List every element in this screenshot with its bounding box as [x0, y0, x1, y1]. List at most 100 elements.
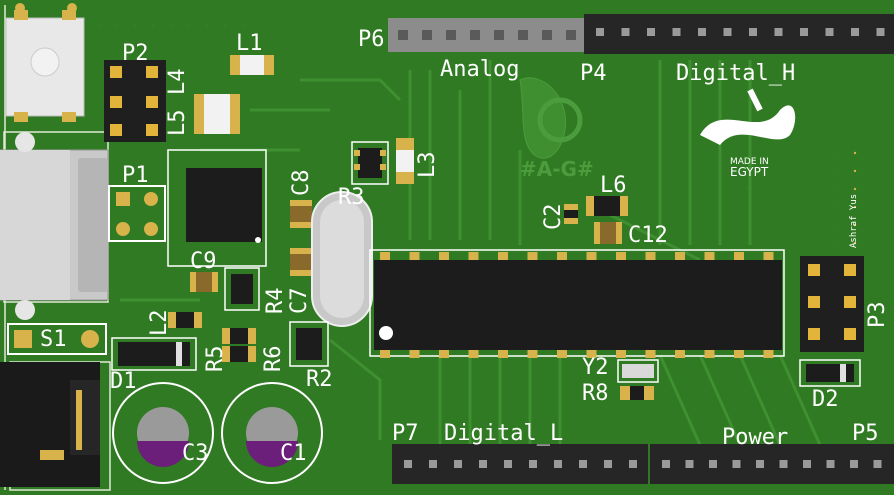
label-p7: P7 [392, 421, 419, 446]
resistor-r8 [620, 386, 654, 400]
label-l3: L3 [415, 152, 440, 179]
header-pin [647, 28, 655, 36]
capacitor-c12 [594, 222, 622, 244]
header-pin [756, 460, 764, 468]
dip-pin [763, 350, 774, 358]
capacitor-c2 [564, 204, 578, 224]
header-p4-digital-h[interactable] [584, 14, 894, 54]
label-s1: S1 [40, 327, 67, 352]
label-l6: L6 [600, 173, 627, 198]
header-pin [662, 460, 670, 468]
label-c2: C2 [541, 204, 566, 231]
dip-pin [498, 350, 508, 358]
header-pin [579, 460, 587, 468]
header-pin [709, 460, 717, 468]
tact-switch[interactable] [5, 3, 85, 122]
header-pin [876, 28, 885, 36]
label-l5: L5 [165, 110, 190, 137]
header-pin [596, 28, 604, 36]
label-r5: R5 [203, 346, 228, 373]
label-y2: Y2 [582, 355, 609, 380]
dip-pin [498, 252, 508, 260]
header-pin [504, 460, 512, 468]
dc-power-jack[interactable] [0, 362, 100, 487]
label-p1: P1 [122, 163, 149, 188]
dip-pin [734, 252, 744, 260]
header-pin [518, 30, 528, 40]
header-pin [873, 460, 882, 468]
dip-pin [527, 350, 538, 358]
header-p2[interactable] [104, 60, 166, 142]
label-p5: P5 [852, 421, 879, 446]
label-digital-l: Digital_L [444, 421, 563, 446]
header-pin [825, 28, 834, 36]
label-l2: L2 [147, 310, 172, 337]
inductor-l3 [396, 138, 414, 184]
dip-pin [468, 252, 479, 260]
resistor-r5 [222, 328, 256, 344]
dip-pin [763, 252, 774, 260]
dip-pin [439, 252, 449, 260]
label-l1: L1 [236, 31, 263, 56]
header-pin [774, 28, 783, 36]
inductor-l6 [586, 196, 628, 216]
label-c7: C7 [287, 288, 312, 315]
inductor-l4 [194, 94, 240, 114]
capacitor-c8 [290, 200, 312, 228]
header-pin [554, 460, 562, 468]
header-pin [566, 30, 576, 40]
label-c9: C9 [190, 249, 217, 274]
dip-pin [586, 252, 597, 260]
dip-pin [409, 350, 420, 358]
usb-connector[interactable] [0, 132, 109, 320]
header-pin [850, 460, 858, 468]
label-d2: D2 [812, 387, 839, 412]
dip-pin [704, 252, 715, 260]
dip-pin [439, 350, 449, 358]
header-pin [629, 460, 637, 468]
dip-pin [734, 350, 744, 358]
label-l4: L4 [165, 69, 190, 96]
header-pin [698, 28, 706, 36]
inductor-l1 [230, 55, 274, 75]
dip-pin [557, 252, 567, 260]
header-pin [604, 460, 612, 468]
dip-pin [468, 350, 479, 358]
logo-tag: #A-G# [520, 157, 594, 181]
header-pin [454, 460, 462, 468]
dip-pin [675, 252, 685, 260]
label-r2: R2 [306, 367, 333, 392]
inductor-l5 [194, 114, 240, 134]
header-pin [404, 460, 412, 468]
capacitor-c9 [190, 272, 218, 292]
via-row-top [95, 14, 255, 26]
capacitor-c7 [290, 248, 312, 276]
header-p6-analog[interactable] [388, 18, 584, 52]
signature-text: Ashraf Yus [849, 194, 859, 248]
label-d1: D1 [110, 369, 137, 394]
header-pin [800, 28, 808, 36]
header-pin [732, 460, 741, 468]
dip-pin [557, 350, 567, 358]
inductor-l2 [168, 312, 202, 328]
header-pin [826, 460, 835, 468]
dip-pin [380, 350, 390, 358]
dip-pin [409, 252, 420, 260]
header-pin [470, 30, 480, 40]
microcontroller-dip [369, 249, 785, 358]
label-r8: R8 [582, 381, 609, 406]
header-pin [479, 460, 487, 468]
label-digital-h: Digital_H [676, 61, 795, 86]
dip-pin [380, 252, 390, 260]
header-p5-power[interactable] [650, 444, 894, 484]
header-p3[interactable] [800, 256, 864, 352]
dip-pin [616, 350, 626, 358]
header-pin [429, 460, 437, 468]
header-p7-digital-l[interactable] [392, 444, 648, 484]
crystal-oscillator [311, 191, 373, 327]
header-pin [494, 30, 504, 40]
label-r6: R6 [261, 346, 286, 373]
dip-pin [675, 350, 685, 358]
label-r3: R3 [338, 185, 365, 210]
label-power: Power [722, 425, 788, 450]
